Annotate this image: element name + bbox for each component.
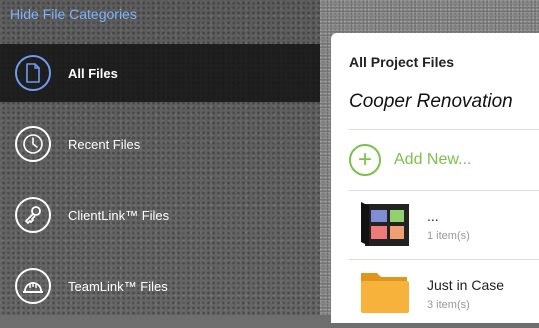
file-row[interactable]: Just in Case 3 item(s) <box>349 267 539 325</box>
sidebar-item-recent-files[interactable]: Recent Files <box>0 115 320 173</box>
file-name: Just in Case <box>427 277 505 293</box>
sidebar-item-teamlink-files[interactable]: TeamLink™ Files <box>0 257 320 315</box>
document-icon <box>15 55 51 91</box>
plus-icon: + <box>349 144 381 176</box>
file-name: ... <box>427 208 439 224</box>
clock-icon <box>15 126 51 162</box>
hide-file-categories-link[interactable]: Hide File Categories <box>10 6 137 22</box>
file-item-count: 3 item(s) <box>427 299 470 311</box>
sidebar-item-label: ClientLink™ Files <box>68 207 170 223</box>
key-icon <box>15 197 51 233</box>
file-item-count: 1 item(s) <box>427 230 470 242</box>
sidebar-item-clientlink-files[interactable]: ClientLink™ Files <box>0 186 320 244</box>
sidebar-item-label: All Files <box>68 65 118 81</box>
folder-icon <box>359 267 411 320</box>
sidebar-item-label: Recent Files <box>68 136 141 152</box>
panel-title: All Project Files <box>349 54 455 70</box>
project-files-panel: All Project Files Cooper Renovation + Ad… <box>331 33 539 323</box>
gallery-folder-icon <box>359 198 411 255</box>
add-new-button[interactable]: + Add New... <box>349 142 471 178</box>
hardhat-icon <box>15 268 51 304</box>
divider <box>349 190 539 191</box>
sidebar-item-label: TeamLink™ Files <box>68 278 168 294</box>
file-row[interactable]: ... 1 item(s) <box>349 198 539 256</box>
project-name: Cooper Renovation <box>349 91 513 112</box>
sidebar-item-all-files[interactable]: All Files <box>0 44 320 102</box>
add-new-label: Add New... <box>394 151 472 168</box>
divider <box>349 259 539 260</box>
file-categories-sidebar: All Files Recent Files ClientLink™ Files… <box>0 44 320 328</box>
divider <box>349 129 539 130</box>
